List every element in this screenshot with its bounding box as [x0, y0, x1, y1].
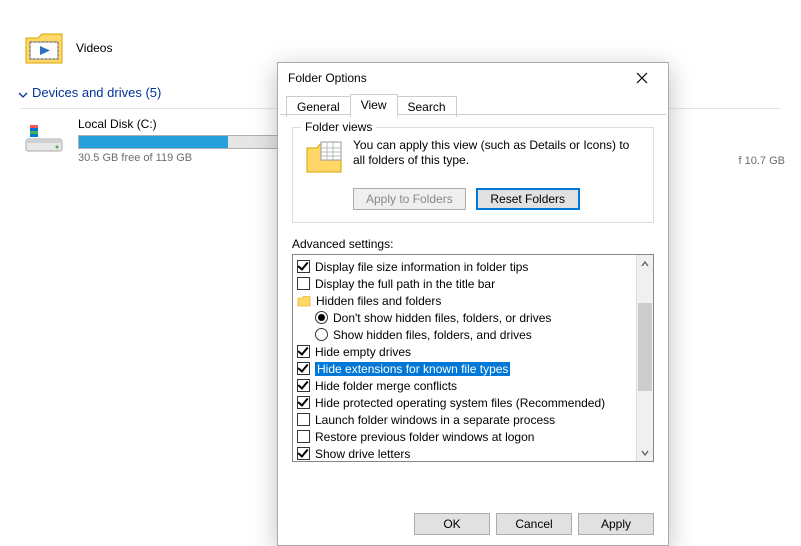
radio-icon[interactable] — [315, 328, 328, 341]
cancel-button[interactable]: Cancel — [496, 513, 572, 535]
dialog-button-row: OK Cancel Apply — [414, 513, 654, 535]
checkbox-icon[interactable] — [297, 260, 310, 273]
adv-item-11[interactable]: Show drive letters — [295, 445, 634, 461]
ok-button[interactable]: OK — [414, 513, 490, 535]
adv-item-9[interactable]: Launch folder windows in a separate proc… — [295, 411, 634, 428]
videos-folder-icon — [24, 30, 64, 65]
adv-item-label: Hide empty drives — [315, 345, 411, 359]
adv-item-0[interactable]: Display file size information in folder … — [295, 258, 634, 275]
advanced-settings-box: Display file size information in folder … — [292, 254, 654, 462]
close-icon — [636, 72, 648, 84]
adv-item-label: Hide protected operating system files (R… — [315, 396, 605, 410]
drive-usage-bar — [78, 135, 278, 149]
tab-view[interactable]: View — [350, 94, 398, 116]
adv-item-3[interactable]: Don't show hidden files, folders, or dri… — [313, 309, 634, 326]
folder-views-icon — [305, 138, 343, 176]
adv-item-label: Launch folder windows in a separate proc… — [315, 413, 555, 427]
folder-views-text: You can apply this view (such as Details… — [353, 138, 641, 168]
checkbox-icon[interactable] — [297, 413, 310, 426]
close-button[interactable] — [622, 64, 662, 92]
folder-views-group: Folder views You can apply this view (su… — [292, 127, 654, 223]
adv-item-label: Display the full path in the title bar — [315, 277, 495, 291]
radio-icon[interactable] — [315, 311, 328, 324]
adv-item-7[interactable]: Hide folder merge conflicts — [295, 377, 634, 394]
adv-item-label: Show hidden files, folders, and drives — [333, 328, 532, 342]
adv-item-label: Display file size information in folder … — [315, 260, 528, 274]
advanced-settings-label: Advanced settings: — [292, 237, 654, 251]
reset-folders-button[interactable]: Reset Folders — [476, 188, 580, 210]
advanced-settings-list[interactable]: Display file size information in folder … — [293, 255, 636, 461]
checkbox-icon[interactable] — [297, 362, 310, 375]
adv-item-1[interactable]: Display the full path in the title bar — [295, 275, 634, 292]
dialog-title: Folder Options — [288, 71, 367, 85]
checkbox-icon[interactable] — [297, 277, 310, 290]
checkbox-icon[interactable] — [297, 447, 310, 460]
tab-bar: General View Search — [278, 93, 668, 115]
adv-item-label: Restore previous folder windows at logon — [315, 430, 534, 444]
partial-drive-text: f 10.7 GB — [739, 155, 785, 167]
checkbox-icon[interactable] — [297, 379, 310, 392]
adv-item-8[interactable]: Hide protected operating system files (R… — [295, 394, 634, 411]
apply-button[interactable]: Apply — [578, 513, 654, 535]
videos-label: Videos — [76, 41, 112, 55]
section-label: Devices and drives (5) — [32, 85, 161, 100]
checkbox-icon[interactable] — [297, 396, 310, 409]
folder-icon — [297, 295, 311, 307]
adv-item-label: Hide extensions for known file types — [315, 362, 510, 376]
chevron-down-icon — [18, 88, 28, 98]
tab-underline — [280, 114, 666, 115]
adv-item-2[interactable]: Hidden files and folders — [295, 292, 634, 309]
drive-usage-fill — [79, 136, 228, 148]
apply-to-folders-button: Apply to Folders — [353, 188, 466, 210]
adv-item-10[interactable]: Restore previous folder windows at logon — [295, 428, 634, 445]
folder-views-legend: Folder views — [301, 120, 376, 134]
folder-options-dialog: Folder Options General View Search Folde… — [277, 62, 669, 546]
folder-row-videos[interactable]: Videos — [24, 30, 777, 65]
local-disk-icon — [24, 117, 64, 155]
adv-item-label: Hide folder merge conflicts — [315, 379, 457, 393]
adv-item-label: Show drive letters — [315, 447, 410, 461]
adv-item-6[interactable]: Hide extensions for known file types — [295, 360, 634, 377]
adv-item-4[interactable]: Show hidden files, folders, and drives — [313, 326, 634, 343]
scroll-down-button[interactable] — [637, 444, 653, 461]
checkbox-icon[interactable] — [297, 345, 310, 358]
adv-item-label: Hidden files and folders — [316, 294, 441, 308]
adv-item-label: Don't show hidden files, folders, or dri… — [333, 311, 551, 325]
scroll-thumb[interactable] — [638, 303, 652, 391]
adv-item-5[interactable]: Hide empty drives — [295, 343, 634, 360]
scroll-up-button[interactable] — [637, 255, 653, 272]
checkbox-icon[interactable] — [297, 430, 310, 443]
scrollbar[interactable] — [636, 255, 653, 461]
titlebar: Folder Options — [278, 63, 668, 93]
tab-view-body: Folder views You can apply this view (su… — [278, 115, 668, 472]
